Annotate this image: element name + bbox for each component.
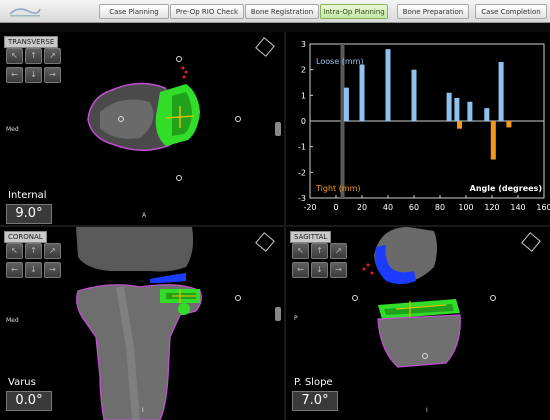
pan-up-button[interactable]: ↑ bbox=[25, 243, 42, 259]
view-title: SAGITTAL bbox=[290, 231, 332, 243]
side-label: Med bbox=[6, 317, 19, 324]
pan-left-button[interactable]: ← bbox=[6, 67, 23, 83]
y-tick-label: 1 bbox=[301, 91, 306, 100]
x-tick-label: 60 bbox=[409, 203, 419, 212]
pan-controls: ↖ ↑ ↗ ← ↓ → bbox=[292, 243, 347, 279]
x-tick-label: 120 bbox=[484, 203, 499, 212]
transverse-view[interactable]: TRANSVERSE ↖ ↑ ↗ ← ↓ → Med A Internal 9.… bbox=[0, 32, 284, 225]
pan-right-button[interactable]: → bbox=[44, 67, 61, 83]
chart-bar bbox=[343, 87, 349, 121]
chart-bar bbox=[484, 108, 490, 121]
pan-up-button[interactable]: ↑ bbox=[25, 48, 42, 64]
side-label: P bbox=[294, 315, 298, 322]
x-axis-label: Angle (degrees) bbox=[470, 184, 542, 193]
landmark-marker bbox=[490, 295, 496, 301]
pan-right-button[interactable]: → bbox=[44, 262, 61, 278]
chart-bar bbox=[490, 121, 496, 160]
chart-bar bbox=[457, 121, 462, 129]
pan-controls: ↖ ↑ ↗ ← ↓ → bbox=[6, 243, 61, 279]
chart-bar bbox=[506, 121, 512, 128]
x-tick-label: 140 bbox=[510, 203, 525, 212]
chart-bar bbox=[359, 64, 365, 121]
y-tick-label: -3 bbox=[298, 194, 306, 203]
orientation-label: I bbox=[426, 407, 428, 414]
chart-bar bbox=[467, 101, 473, 121]
landmark-marker bbox=[352, 295, 358, 301]
tab-bone-registration[interactable]: Bone Registration bbox=[245, 4, 319, 19]
chart-bar bbox=[411, 69, 417, 121]
measure-value[interactable]: 9.0° bbox=[6, 204, 52, 224]
tab-intra-op-planning[interactable]: Intra-Op Planning bbox=[320, 4, 388, 19]
landmark-marker bbox=[422, 353, 428, 359]
tab-case-planning[interactable]: Case Planning bbox=[99, 4, 169, 19]
x-tick-label: 80 bbox=[435, 203, 445, 212]
measure-value[interactable]: 7.0° bbox=[292, 391, 338, 411]
pan-left-button[interactable]: ← bbox=[292, 262, 309, 278]
y-tick-label: 2 bbox=[301, 66, 306, 75]
side-label: Med bbox=[6, 126, 19, 133]
x-tick-label: 40 bbox=[383, 203, 393, 212]
gap-balance-chart: 3 2 1 0 -1 -2 -3 -20 0 20 40 60 80 100 120 140 160 Loose … bbox=[286, 32, 550, 225]
sagittal-view[interactable]: SAGITTAL ↖ ↑ ↗ ← ↓ → P I P. Slope 7.0° bbox=[286, 227, 550, 420]
x-tick-label: 20 bbox=[357, 203, 367, 212]
chart-bar bbox=[385, 49, 391, 121]
pan-up-right-button[interactable]: ↗ bbox=[44, 243, 61, 259]
orientation-label: I bbox=[142, 407, 144, 414]
y-tick-label: 3 bbox=[301, 40, 306, 49]
chart-svg: 3 2 1 0 -1 -2 -3-20 0 20 40 60 80 100 120 140 160 Loose … bbox=[298, 40, 550, 212]
y-tick-label: 0 bbox=[301, 117, 306, 126]
loose-axis-label: Loose (mm) bbox=[316, 57, 364, 66]
coronal-view[interactable]: CORONAL ↖ ↑ ↗ ← ↓ → Med I Varus 0.0° bbox=[0, 227, 284, 420]
measure-label: Internal bbox=[8, 190, 47, 201]
view-scrollbar[interactable] bbox=[275, 122, 281, 136]
pan-up-right-button[interactable]: ↗ bbox=[330, 243, 347, 259]
y-tick-label: -2 bbox=[298, 168, 306, 177]
x-tick-label: 0 bbox=[333, 203, 338, 212]
current-angle-indicator bbox=[340, 44, 345, 198]
measure-label: P. Slope bbox=[294, 377, 333, 388]
landmark-marker bbox=[235, 116, 241, 122]
x-tick-label: 100 bbox=[458, 203, 473, 212]
pan-down-button[interactable]: ↓ bbox=[311, 262, 328, 278]
pan-down-button[interactable]: ↓ bbox=[25, 262, 42, 278]
view-scrollbar[interactable] bbox=[275, 307, 281, 321]
y-tick-label: -1 bbox=[298, 143, 306, 152]
measure-label: Varus bbox=[8, 377, 36, 388]
orientation-label: A bbox=[142, 212, 147, 219]
landmark-marker bbox=[176, 56, 182, 62]
tab-pre-op-rio-check[interactable]: Pre-Op RIO Check bbox=[170, 4, 244, 19]
view-title: CORONAL bbox=[4, 231, 47, 243]
pan-up-left-button[interactable]: ↖ bbox=[292, 243, 309, 259]
pan-up-right-button[interactable]: ↗ bbox=[44, 48, 61, 64]
landmark-marker bbox=[176, 175, 182, 181]
pan-controls: ↖ ↑ ↗ ← ↓ → bbox=[6, 48, 61, 84]
pan-up-button[interactable]: ↑ bbox=[311, 243, 328, 259]
tight-axis-label: Tight (mm) bbox=[315, 184, 361, 193]
pan-left-button[interactable]: ← bbox=[6, 262, 23, 278]
workflow-tab-bar: Case Planning Pre-Op RIO Check Bone Regi… bbox=[0, 0, 550, 23]
logo-icon bbox=[9, 8, 41, 17]
x-tick-label: -20 bbox=[303, 203, 316, 212]
chart-bar bbox=[454, 97, 460, 121]
landmark-marker bbox=[118, 116, 124, 122]
x-tick-label: 160 bbox=[536, 203, 550, 212]
chart-bar bbox=[498, 61, 504, 121]
tab-case-completion[interactable]: Case Completion bbox=[475, 4, 547, 19]
pan-down-button[interactable]: ↓ bbox=[25, 67, 42, 83]
pan-up-left-button[interactable]: ↖ bbox=[6, 48, 23, 64]
view-title: TRANSVERSE bbox=[4, 36, 59, 48]
tab-bone-preparation[interactable]: Bone Preparation bbox=[397, 4, 469, 19]
pan-up-left-button[interactable]: ↖ bbox=[6, 243, 23, 259]
landmark-marker bbox=[235, 295, 241, 301]
measure-value[interactable]: 0.0° bbox=[6, 391, 52, 411]
pan-right-button[interactable]: → bbox=[330, 262, 347, 278]
chart-bar bbox=[446, 92, 452, 121]
